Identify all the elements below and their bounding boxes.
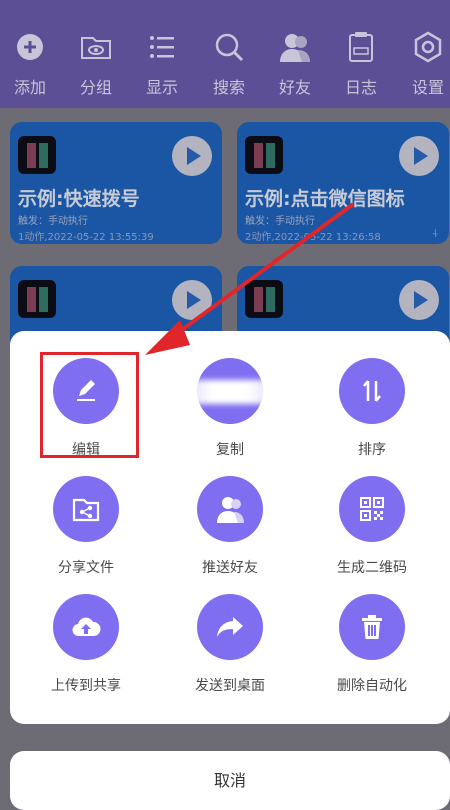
- top-toolbar: 添加 分组 显示 搜索 好友 日志 设置: [0, 0, 450, 108]
- card-title: 示例:点击微信图标: [245, 188, 405, 210]
- action-label: 生成二维码: [337, 560, 407, 576]
- play-icon[interactable]: [399, 136, 439, 176]
- cloud-upload-icon: [53, 594, 119, 660]
- push-friend-button[interactable]: 推送好友: [160, 476, 300, 577]
- automation-card[interactable]: 示例:点击微信图标 触发：手动执行 2动作,2022-05-22 13:26:5…: [237, 122, 449, 244]
- toolbar-item-display[interactable]: 显示: [132, 30, 192, 98]
- folder-eye-icon: [81, 37, 111, 59]
- upload-share-button[interactable]: 上传到共享: [16, 594, 156, 695]
- qrcode-icon: [339, 476, 405, 542]
- toolbar-item-group[interactable]: 分组: [66, 30, 126, 98]
- action-label: 排序: [358, 442, 386, 458]
- friends-icon: [280, 34, 310, 62]
- copy-button[interactable]: 复制: [160, 358, 300, 459]
- toolbar-label: 显示: [145, 78, 178, 97]
- app-thumbnail-icon: [18, 136, 56, 174]
- copy-icon: [183, 358, 277, 424]
- app-thumbnail-icon: [245, 136, 283, 174]
- action-label: 删除自动化: [337, 678, 407, 694]
- toolbar-label: 设置: [411, 78, 444, 97]
- play-icon[interactable]: [172, 280, 212, 320]
- action-label: 上传到共享: [51, 678, 121, 694]
- delete-automation-button[interactable]: 删除自动化: [302, 594, 442, 695]
- sort-icon: [339, 358, 405, 424]
- card-title: 示例:快速拨号: [18, 188, 140, 210]
- send-to-desktop-button[interactable]: 发送到桌面: [160, 594, 300, 695]
- toolbar-label: 搜索: [212, 78, 245, 97]
- card-meta: 2动作,2022-05-22 13:26:58: [245, 232, 381, 243]
- play-icon[interactable]: [172, 136, 212, 176]
- add-icon: [17, 34, 43, 60]
- share-file-icon: [53, 476, 119, 542]
- action-label: 复制: [216, 442, 244, 458]
- annotation-highlight-box: [40, 352, 139, 458]
- toolbar-item-log[interactable]: 日志: [331, 30, 391, 98]
- play-icon[interactable]: [399, 280, 439, 320]
- settings-icon: [414, 31, 442, 63]
- toolbar-label: 好友: [278, 78, 311, 97]
- toolbar-item-add[interactable]: 添加: [0, 30, 60, 98]
- toolbar-item-settings[interactable]: 设置: [398, 30, 450, 98]
- action-label: 推送好友: [202, 560, 258, 576]
- action-label: 分享文件: [58, 560, 114, 576]
- pin-icon: ⍭: [431, 226, 439, 240]
- toolbar-item-search[interactable]: 搜索: [199, 30, 259, 98]
- trash-icon: [339, 594, 405, 660]
- push-friend-icon: [197, 476, 263, 542]
- toolbar-label: 添加: [13, 78, 46, 97]
- card-meta: 1动作,2022-05-22 13:55:39: [18, 232, 154, 243]
- automation-card[interactable]: 示例:快速拨号 触发：手动执行 1动作,2022-05-22 13:55:39: [10, 122, 222, 244]
- action-label: 发送到桌面: [195, 678, 265, 694]
- log-icon: [349, 32, 373, 62]
- forward-icon: [197, 594, 263, 660]
- share-file-button[interactable]: 分享文件: [16, 476, 156, 577]
- app-thumbnail-icon: [245, 280, 283, 318]
- list-icon: [150, 36, 174, 58]
- toolbar-label: 日志: [344, 78, 377, 97]
- cancel-button[interactable]: 取消: [10, 751, 450, 810]
- search-icon: [215, 33, 244, 62]
- app-thumbnail-icon: [18, 280, 56, 318]
- sort-button[interactable]: 排序: [302, 358, 442, 459]
- qrcode-button[interactable]: 生成二维码: [302, 476, 442, 577]
- card-trigger: 触发：手动执行: [245, 216, 315, 227]
- card-trigger: 触发：手动执行: [18, 216, 88, 227]
- toolbar-item-friends[interactable]: 好友: [265, 30, 325, 98]
- toolbar-label: 分组: [79, 78, 112, 97]
